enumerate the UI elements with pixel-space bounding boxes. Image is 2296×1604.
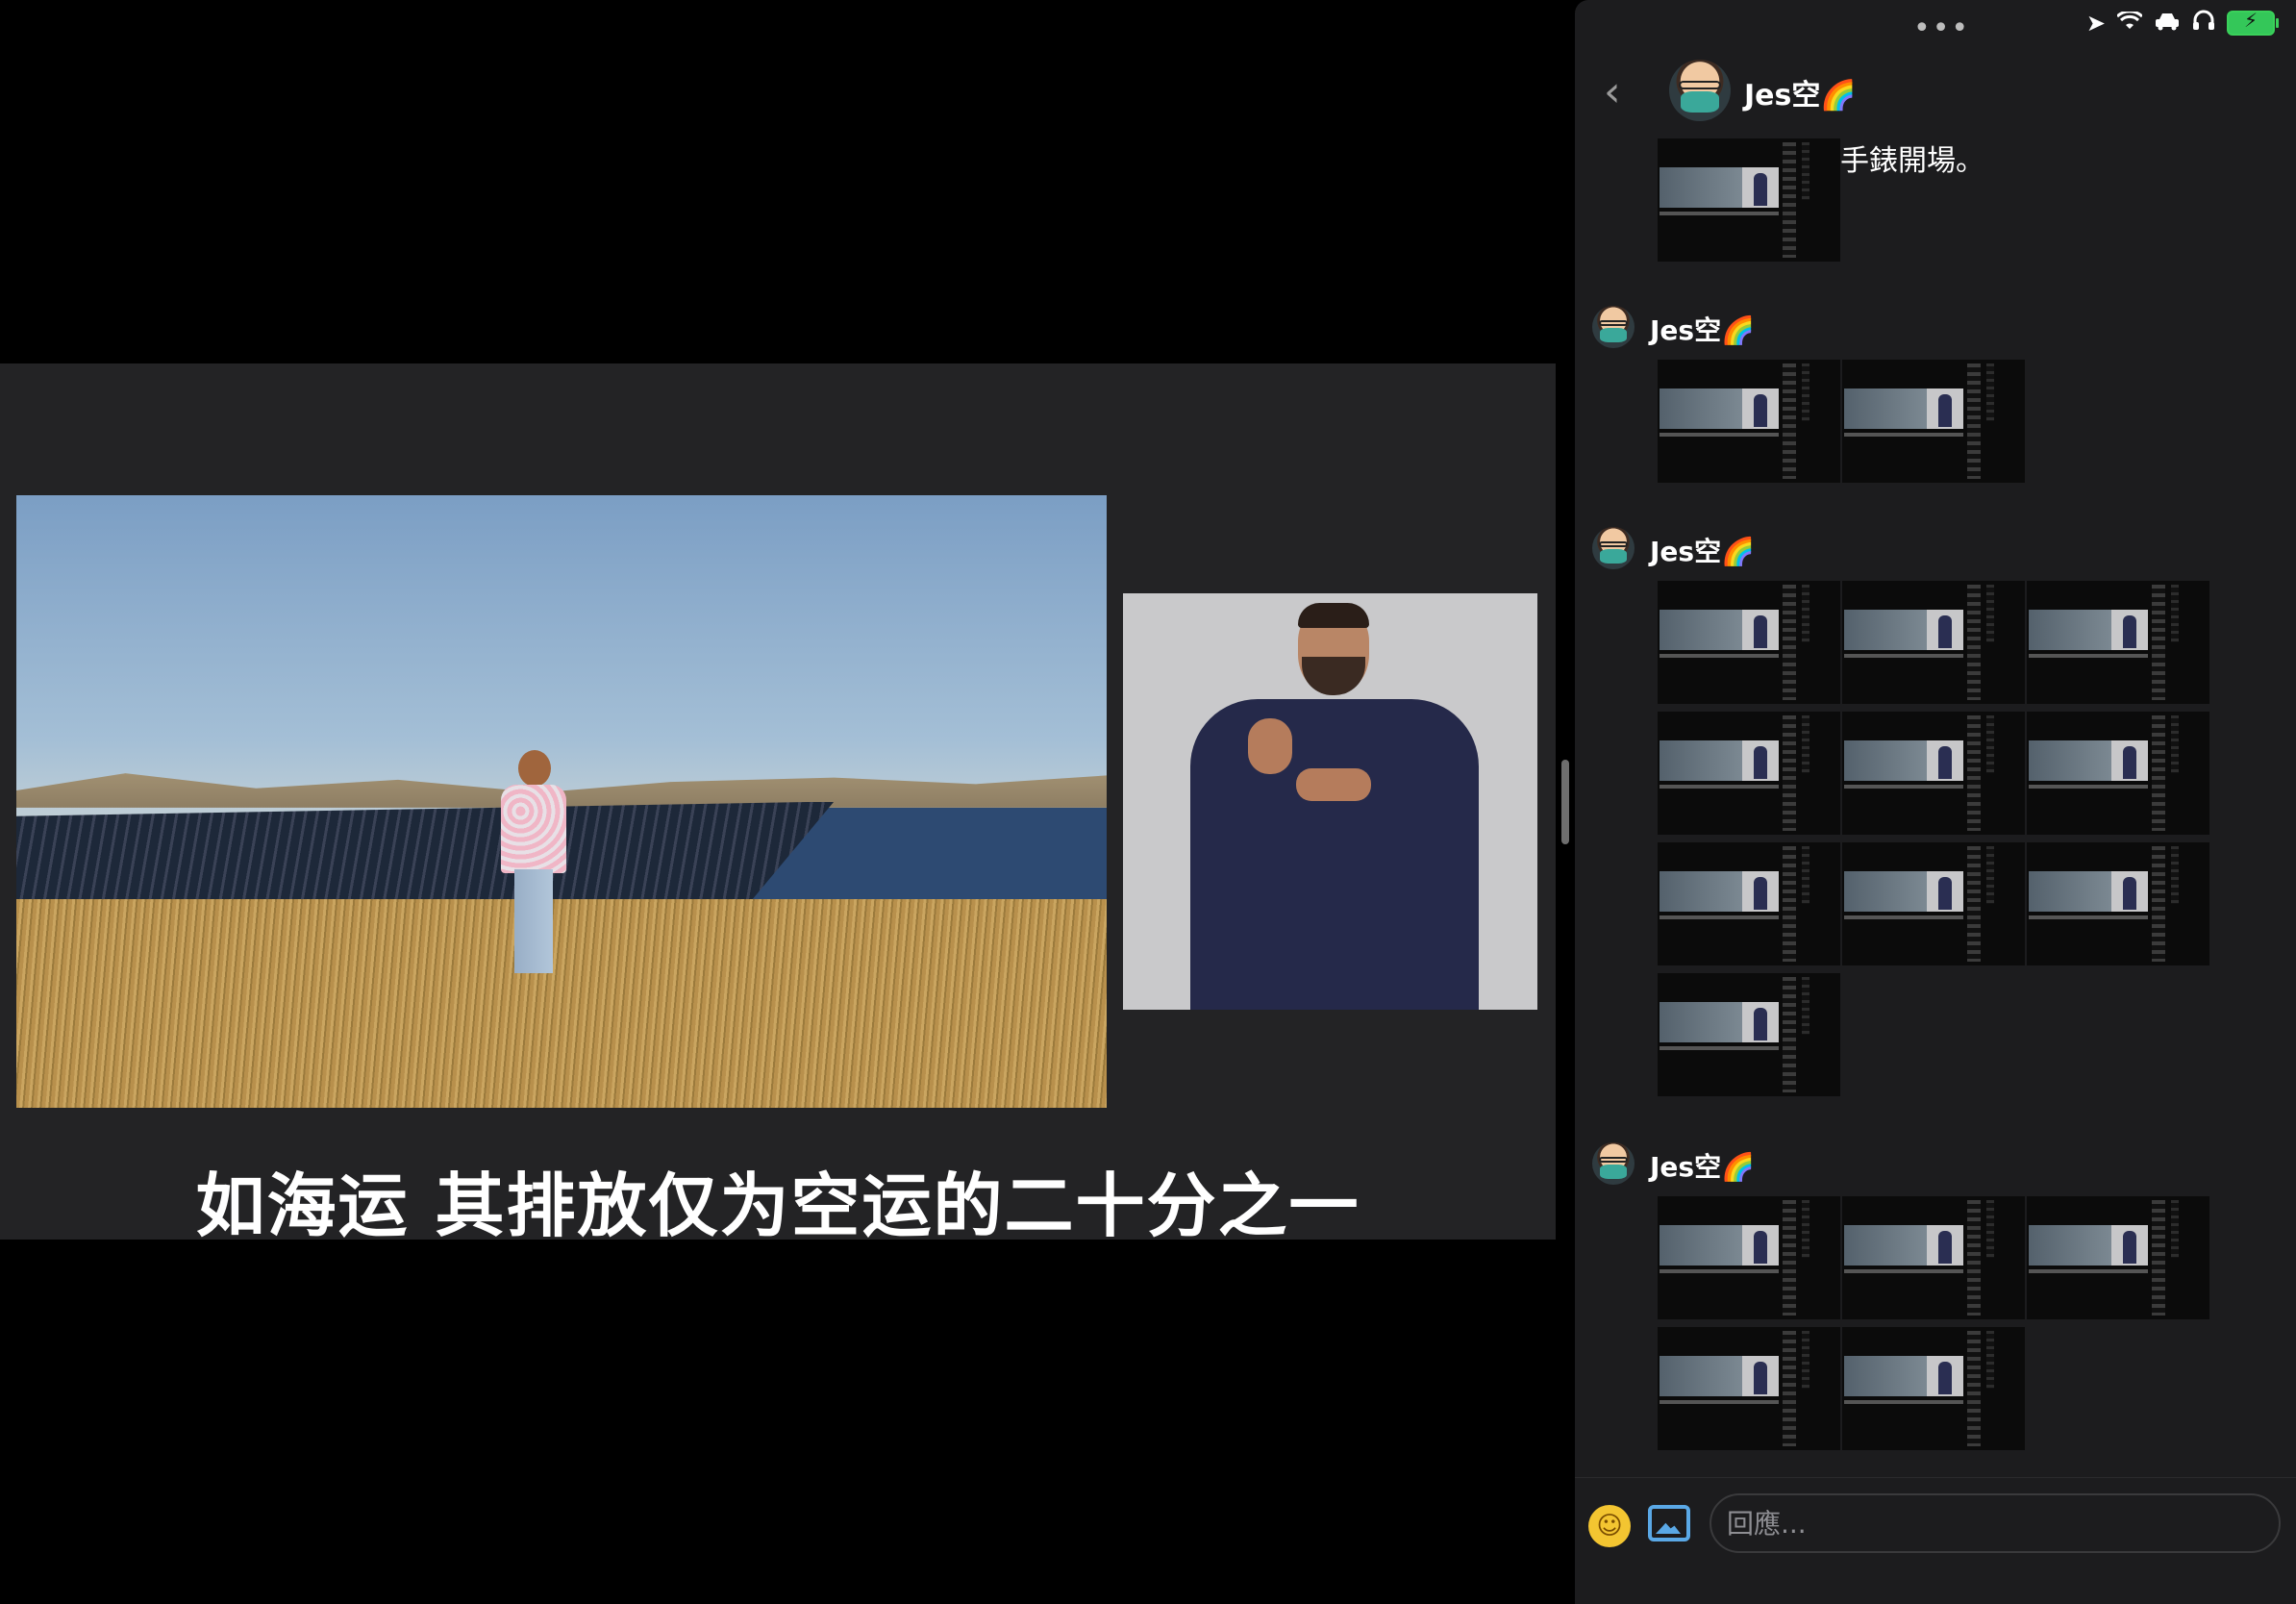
screenshot-thumbnail[interactable]	[2027, 842, 2209, 965]
location-arrow-icon: ➤	[2085, 10, 2106, 37]
wifi-icon	[2115, 10, 2144, 37]
screenshot-thumbnail[interactable]	[1658, 712, 1840, 835]
screenshot-thumbnail[interactable]	[1658, 1327, 1840, 1450]
screenshot-thumbnail[interactable]	[1842, 842, 2025, 965]
screenshot-thumbnail[interactable]	[1658, 360, 1840, 483]
screenshot-thumbnail[interactable]	[1842, 712, 2025, 835]
sender-name: Jes空🌈	[1650, 536, 1755, 567]
screenshot-thumbnail[interactable]	[2027, 1196, 2209, 1319]
reply-bar: ☺	[1575, 1477, 2296, 1604]
screenshot-thumbnail[interactable]	[2027, 581, 2209, 704]
video-area[interactable]: 如海运 其排放仅为空运的二十分之一	[0, 0, 1575, 1604]
sign-language-interpreter-video	[1123, 593, 1537, 1010]
screenshot-thumbnail[interactable]	[1842, 581, 2025, 704]
video-subtitle: 如海运 其排放仅为空运的二十分之一	[195, 1165, 1360, 1246]
battery-charging-icon: ⚡	[2227, 9, 2279, 36]
keynote-video	[16, 495, 1107, 1108]
chat-header: ‹ Jes空🌈	[1575, 54, 2296, 131]
sender-avatar[interactable]	[1592, 527, 1635, 569]
message-text: 手錶開場。	[1840, 144, 1984, 178]
photo-icon[interactable]	[1648, 1505, 1690, 1541]
contact-name[interactable]: Jes空🌈	[1744, 71, 1857, 113]
sender-avatar[interactable]	[1592, 1142, 1635, 1185]
reply-input[interactable]	[1710, 1493, 2281, 1553]
headphones-icon	[2192, 10, 2215, 37]
screenshot-thumbnail[interactable]	[1658, 581, 1840, 704]
sender-name: Jes空🌈	[1650, 1151, 1755, 1183]
screenshot-thumbnail[interactable]	[1842, 1327, 2025, 1450]
sender-name: Jes空🌈	[1650, 314, 1755, 346]
back-button[interactable]: ‹	[1604, 67, 1621, 116]
contact-avatar[interactable]	[1669, 60, 1731, 121]
presenter	[497, 750, 570, 981]
screenshot-thumbnail[interactable]	[1842, 360, 2025, 483]
chat-panel: ••• ➤ ⚡ ‹ Jes空🌈 手錶開場。 Jes空🌈 Jes空🌈 Jes空🌈 ☺	[1575, 0, 2296, 1604]
sender-avatar[interactable]	[1592, 306, 1635, 348]
screenshot-thumbnail[interactable]	[1658, 138, 1840, 262]
car-icon	[2154, 10, 2181, 37]
screenshot-thumbnail[interactable]	[2027, 712, 2209, 835]
split-view-divider-handle[interactable]	[1561, 760, 1569, 844]
screenshot-thumbnail[interactable]	[1658, 842, 1840, 965]
screenshot-thumbnail[interactable]	[1658, 1196, 1840, 1319]
smiley-icon[interactable]: ☺	[1588, 1505, 1631, 1547]
screenshot-thumbnail[interactable]	[1658, 973, 1840, 1096]
screenshot-thumbnail[interactable]	[1842, 1196, 2025, 1319]
status-bar: ➤ ⚡	[2085, 9, 2279, 37]
multitasking-menu-icon[interactable]: •••	[1913, 12, 1970, 45]
